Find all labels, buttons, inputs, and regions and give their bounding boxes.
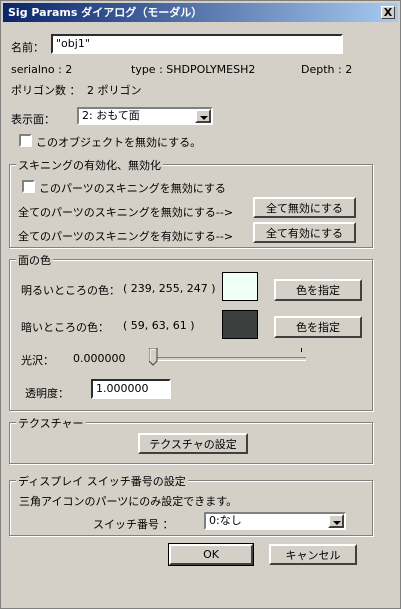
opacity-value: 1.000000: [96, 382, 149, 395]
bright-color-value: ( 239, 255, 247 ): [123, 282, 216, 295]
disable-object-checkbox[interactable]: [19, 134, 32, 147]
close-icon: X: [383, 6, 393, 19]
gloss-slider-tick: [301, 348, 302, 352]
polygon-count-label: ポリゴン数 ：: [11, 84, 81, 97]
window-title: Sig Params ダイアログ（モーダル）: [8, 6, 203, 19]
gloss-label: 光沢：: [21, 354, 54, 367]
bright-color-label: 明るいところの色：: [21, 284, 120, 297]
cancel-button[interactable]: キャンセル: [269, 544, 357, 565]
switch-legend: ディスプレイ スイッチ番号の設定: [16, 473, 188, 489]
ok-button[interactable]: OK: [168, 543, 254, 566]
all-disable-text: 全てのパーツのスキニングを無効にする-->: [18, 206, 234, 219]
dark-color-label: 暗いところの色：: [21, 321, 109, 334]
opacity-label: 透明度：: [25, 387, 69, 400]
switch-note: 三角アイコンのパーツにのみ設定できます。: [19, 495, 238, 508]
texture-legend: テクスチャー: [16, 415, 86, 431]
dark-color-button[interactable]: 色を指定: [274, 316, 362, 338]
switch-number-label: スイッチ番号 ：: [93, 518, 174, 531]
name-field[interactable]: "obj1": [51, 34, 343, 54]
all-enable-button[interactable]: 全て有効にする: [253, 222, 356, 243]
dark-color-swatch: [222, 310, 258, 339]
face-color-legend: 面の色: [16, 252, 53, 268]
disable-object-label: このオブジェクトを無効にする。: [36, 136, 202, 149]
title-bar[interactable]: Sig Params ダイアログ（モーダル） X: [3, 3, 398, 22]
serialno-text: serialno : 2: [11, 63, 73, 76]
opacity-field[interactable]: 1.000000: [91, 379, 171, 399]
switch-number-select[interactable]: 0:なし: [204, 512, 346, 530]
gloss-value: 0.000000: [73, 352, 126, 365]
switch-number-value: 0:なし: [209, 514, 242, 527]
all-disable-button[interactable]: 全て無効にする: [253, 197, 356, 218]
dialog-window: Sig Params ダイアログ（モーダル） X 名前： "obj1" seri…: [0, 0, 401, 609]
dark-color-value: ( 59, 63, 61 ): [123, 319, 195, 332]
chevron-down-icon[interactable]: [195, 109, 211, 123]
display-face-value: 2: おもて面: [82, 109, 140, 122]
chevron-down-icon[interactable]: [328, 514, 344, 528]
name-value: "obj1": [56, 37, 90, 50]
disable-part-skinning-label: このパーツのスキニングを無効にする: [39, 182, 226, 195]
gloss-slider-track[interactable]: [154, 357, 306, 361]
depth-text: Depth : 2: [301, 63, 353, 76]
gloss-slider-thumb[interactable]: [148, 347, 158, 366]
bright-color-button[interactable]: 色を指定: [274, 279, 362, 301]
display-face-select[interactable]: 2: おもて面: [77, 107, 213, 125]
type-text: type : SHDPOLYMESH2: [131, 63, 256, 76]
all-enable-text: 全てのパーツのスキニングを有効にする-->: [18, 230, 234, 243]
polygon-count-value: 2 ポリゴン: [87, 84, 142, 97]
bright-color-swatch: [222, 272, 258, 301]
texture-settings-button[interactable]: テクスチャの設定: [138, 433, 248, 454]
disable-part-skinning-checkbox[interactable]: [22, 180, 35, 193]
name-label: 名前：: [11, 41, 44, 54]
close-button[interactable]: X: [381, 6, 395, 19]
skinning-legend: スキニングの有効化、無効化: [16, 157, 163, 173]
display-face-label: 表示面：: [11, 113, 55, 126]
